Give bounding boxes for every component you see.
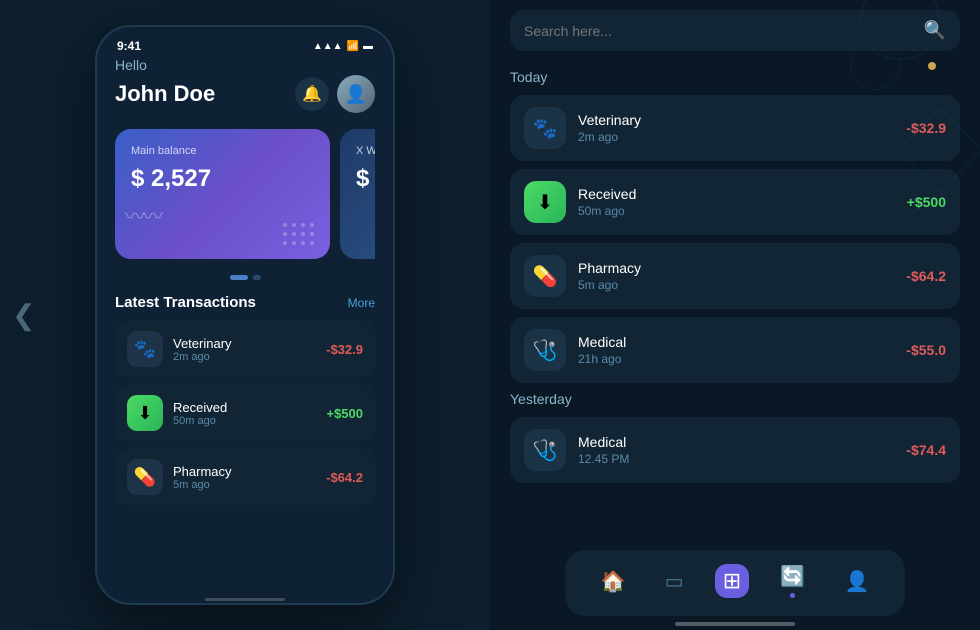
- transactions-section-header: Latest Transactions More: [115, 294, 375, 311]
- nav-profile[interactable]: 👤: [837, 565, 878, 598]
- card-main-label: Main balance: [131, 145, 314, 157]
- txi-received-name: Received: [578, 186, 907, 202]
- main-balance-card[interactable]: Main balance 〰〰 $ 2,527: [115, 129, 330, 259]
- search-input[interactable]: [524, 23, 914, 39]
- section-title: Latest Transactions: [115, 294, 256, 311]
- tx-pharmacy-name: Pharmacy: [173, 464, 326, 479]
- status-bar: 9:41 ▲▲▲ 📶 ▬: [97, 27, 393, 57]
- tx-received-icon: ⬇: [127, 395, 163, 431]
- txi-vet-info: Veterinary 2m ago: [578, 112, 906, 144]
- list-item-received-today[interactable]: ⬇ Received 50m ago +$500: [510, 169, 960, 235]
- txi-pharmacy-name: Pharmacy: [578, 260, 906, 276]
- user-actions: 🔔 👤: [295, 75, 375, 113]
- tx-pharmacy-amount: -$64.2: [326, 470, 363, 485]
- txi-received-icon: ⬇: [524, 181, 566, 223]
- txi-received-time: 50m ago: [578, 204, 907, 218]
- nav-cards[interactable]: ▭: [657, 565, 692, 598]
- tx-received-amount: +$500: [326, 406, 363, 421]
- more-link[interactable]: More: [348, 296, 375, 310]
- refresh-icon: 🔄: [780, 564, 805, 589]
- nav-grid[interactable]: ⊞: [715, 564, 749, 598]
- txi-medical-info: Medical 21h ago: [578, 334, 906, 366]
- txi-medical-name: Medical: [578, 334, 906, 350]
- txi-vet-name: Veterinary: [578, 112, 906, 128]
- card-pagination: [115, 275, 375, 280]
- tx-pharmacy-icon: 💊: [127, 459, 163, 495]
- phone-home-bar: [205, 598, 285, 601]
- list-item-pharmacy-today[interactable]: 💊 Pharmacy 5m ago -$64.2: [510, 243, 960, 309]
- profile-icon: 👤: [845, 569, 870, 594]
- home-icon: 🏠: [601, 569, 626, 594]
- grid-icon: ⊞: [723, 568, 741, 594]
- tx-vet-amount: -$32.9: [326, 342, 363, 357]
- list-item-medical-yesterday[interactable]: 🩺 Medical 12.45 PM -$74.4: [510, 417, 960, 483]
- cards-icon: ▭: [665, 569, 684, 594]
- tx-pharmacy-time: 5m ago: [173, 479, 326, 491]
- list-item-vet-today[interactable]: 🐾 Veterinary 2m ago -$32.9: [510, 95, 960, 161]
- txi-vet-time: 2m ago: [578, 130, 906, 144]
- txi-medical-time: 21h ago: [578, 352, 906, 366]
- tx-vet-name: Veterinary: [173, 336, 326, 351]
- wifi-icon: 📶: [347, 41, 359, 52]
- phone-mockup: 9:41 ▲▲▲ 📶 ▬ Hello John Doe 🔔 👤 Main bal…: [95, 25, 395, 605]
- transaction-item-received[interactable]: ⬇ Received 50m ago +$500: [115, 385, 375, 441]
- signal-icon: ▲▲▲: [313, 41, 343, 52]
- card-dots: [283, 223, 316, 247]
- transaction-item-pharmacy[interactable]: 💊 Pharmacy 5m ago -$64.2: [115, 449, 375, 505]
- txi-pharmacy-info: Pharmacy 5m ago: [578, 260, 906, 292]
- phone-content: Hello John Doe 🔔 👤 Main balance 〰〰 $ 2,5…: [97, 57, 393, 505]
- txi-medical-yest-time: 12.45 PM: [578, 452, 906, 466]
- home-bar: [675, 622, 795, 626]
- txi-vet-icon: 🐾: [524, 107, 566, 149]
- txi-received-amount: +$500: [907, 194, 946, 210]
- txi-medical-yest-info: Medical 12.45 PM: [578, 434, 906, 466]
- yesterday-label: Yesterday: [510, 391, 960, 407]
- txi-pharmacy-amount: -$64.2: [906, 268, 946, 284]
- tx-vet-icon: 🐾: [127, 331, 163, 367]
- tx-received-info: Received 50m ago: [173, 400, 326, 427]
- cards-row: Main balance 〰〰 $ 2,527 X W $: [115, 129, 375, 259]
- card-wave-icon: 〰〰: [125, 200, 161, 229]
- tx-pharmacy-info: Pharmacy 5m ago: [173, 464, 326, 491]
- list-item-medical-today[interactable]: 🩺 Medical 21h ago -$55.0: [510, 317, 960, 383]
- left-panel: ❮ 9:41 ▲▲▲ 📶 ▬ Hello John Doe 🔔 👤: [0, 0, 490, 630]
- card-secondary-label: X W: [356, 145, 375, 157]
- user-name: John Doe: [115, 81, 215, 107]
- left-chevron-icon[interactable]: ❮: [12, 299, 35, 332]
- card-main-balance: $ 2,527: [131, 165, 314, 193]
- txi-medical-amount: -$55.0: [906, 342, 946, 358]
- greeting-text: Hello: [115, 57, 375, 73]
- pag-dot-2[interactable]: [253, 275, 261, 280]
- tx-vet-info: Veterinary 2m ago: [173, 336, 326, 363]
- deco-dot: [928, 62, 936, 70]
- txi-pharmacy-time: 5m ago: [578, 278, 906, 292]
- txi-received-info: Received 50m ago: [578, 186, 907, 218]
- secondary-card[interactable]: X W $: [340, 129, 375, 259]
- nav-home[interactable]: 🏠: [593, 565, 634, 598]
- notification-button[interactable]: 🔔: [295, 77, 329, 111]
- card-secondary-balance: $: [356, 165, 375, 193]
- txi-medical-icon: 🩺: [524, 329, 566, 371]
- tx-vet-time: 2m ago: [173, 351, 326, 363]
- txi-medical-yest-amount: -$74.4: [906, 442, 946, 458]
- avatar[interactable]: 👤: [337, 75, 375, 113]
- user-name-row: John Doe 🔔 👤: [115, 75, 375, 113]
- tx-received-name: Received: [173, 400, 326, 415]
- nav-refresh[interactable]: 🔄: [772, 560, 813, 602]
- pag-dot-1[interactable]: [230, 275, 248, 280]
- txi-medical-yest-name: Medical: [578, 434, 906, 450]
- right-panel: 🔍 Today 🐾 Veterinary 2m ago -$32.9 ⬇ Rec…: [490, 0, 980, 630]
- bottom-nav: 🏠 ▭ ⊞ 🔄 👤: [565, 550, 905, 616]
- battery-icon: ▬: [363, 41, 373, 52]
- txi-pharmacy-icon: 💊: [524, 255, 566, 297]
- signal-icons: ▲▲▲ 📶 ▬: [313, 41, 373, 52]
- deco-circle-2: [850, 40, 900, 90]
- transaction-item-vet[interactable]: 🐾 Veterinary 2m ago -$32.9: [115, 321, 375, 377]
- txi-medical-yest-icon: 🩺: [524, 429, 566, 471]
- tx-received-time: 50m ago: [173, 415, 326, 427]
- time-display: 9:41: [117, 39, 141, 53]
- nav-dot: [790, 593, 795, 598]
